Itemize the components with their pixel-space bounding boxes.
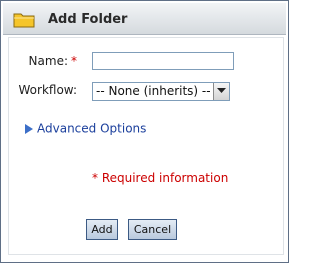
add-folder-dialog: Add Folder Name: * Workflow: -- None (inh… (0, 0, 289, 263)
dialog-body: Name: * Workflow: -- None (inherits) -- A… (8, 37, 284, 255)
advanced-options-link[interactable]: Advanced Options (25, 121, 146, 136)
name-label: Name: * (29, 54, 77, 68)
expand-arrow-icon (25, 123, 33, 134)
workflow-selected-value: -- None (inherits) -- (96, 84, 211, 98)
chevron-down-icon (217, 88, 226, 93)
folder-icon (13, 11, 36, 29)
dialog-title: Add Folder (48, 12, 128, 27)
add-button[interactable]: Add (86, 219, 118, 240)
advanced-options-label: Advanced Options (37, 121, 147, 136)
required-information-note: * Required information (92, 171, 229, 185)
dialog-titlebar: Add Folder (3, 3, 286, 35)
workflow-select[interactable]: -- None (inherits) -- (92, 82, 230, 101)
required-marker: * (71, 54, 77, 68)
dropdown-button[interactable] (213, 83, 229, 100)
name-input[interactable] (92, 52, 234, 70)
workflow-label: Workflow: (18, 83, 78, 97)
name-label-text: Name: (28, 54, 68, 68)
cancel-button[interactable]: Cancel (128, 219, 177, 240)
